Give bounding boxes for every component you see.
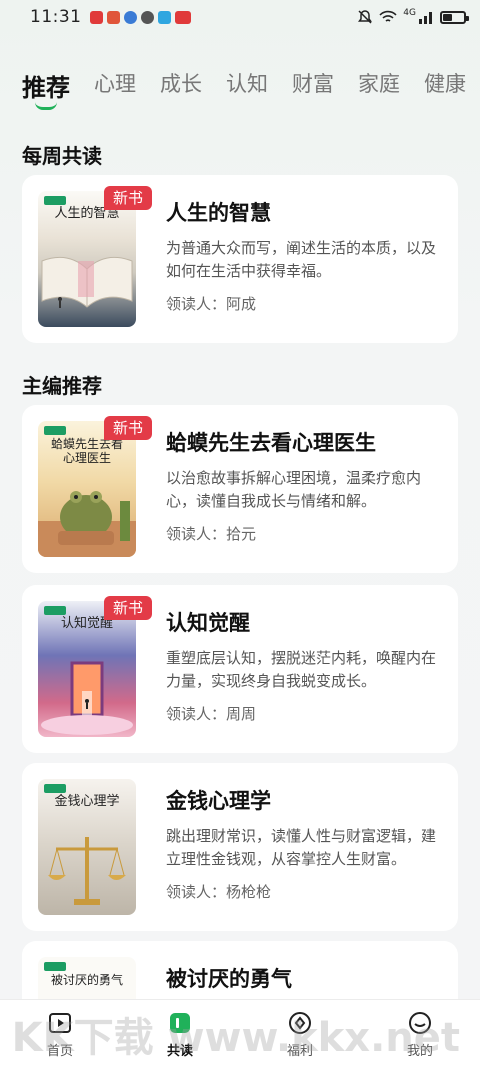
tab-label: 财富 xyxy=(292,72,334,96)
book-cover: 认知觉醒 xyxy=(38,601,136,737)
tab-health[interactable]: 健康 xyxy=(424,68,466,98)
app-notification-icon xyxy=(123,10,137,24)
book-card[interactable]: 认知觉醒 新书 认知觉醒 重塑底层认知，摆脱迷茫内耗，唤醒内在力量，实现终身自我… xyxy=(22,585,458,753)
app-notification-icon xyxy=(89,10,103,24)
tab-recommend[interactable]: 推荐 xyxy=(22,68,70,110)
book-cover: 人生的智慧 xyxy=(38,191,136,327)
publisher-logo xyxy=(44,196,66,205)
reader-label: 领读人： xyxy=(166,295,227,313)
watermark: KK下载 www.kkx.net xyxy=(11,1015,460,1061)
new-book-badge: 新书 xyxy=(104,416,152,440)
cover-title: 被讨厌的勇气 xyxy=(50,973,123,987)
book-info: 蛤蟆先生去看心理医生 以治愈故事拆解心理困境，温柔疗愈内心，读懂自我成长与情绪和… xyxy=(166,429,442,544)
book-card[interactable]: 蛤蟆先生去看心理医生 新书 蛤蟆先生去看心理医生 以治愈故事拆解心理困境，温柔疗… xyxy=(22,405,458,573)
new-book-badge: 新书 xyxy=(104,596,152,620)
tab-label: 心理 xyxy=(94,72,136,96)
book-card[interactable]: 金钱心理学 金钱心理学 跳出理财常识，读懂人性与财富逻辑，建立理性金钱观，从容掌… xyxy=(22,763,458,931)
reader-name: 周周 xyxy=(226,705,257,723)
battery-icon xyxy=(440,10,469,24)
cover-title: 蛤蟆先生去看心理医生 xyxy=(50,437,123,465)
category-tabs: 推荐 心理 成长 认知 财富 家庭 健康 xyxy=(0,68,480,116)
publisher-logo xyxy=(44,784,66,793)
tab-psychology[interactable]: 心理 xyxy=(94,68,136,98)
tab-family[interactable]: 家庭 xyxy=(358,68,400,98)
book-reader: 领读人：阿成 xyxy=(166,293,442,314)
wifi-icon xyxy=(379,10,397,22)
reader-name: 杨枪枪 xyxy=(226,883,272,901)
section-title-weekly: 每周共读 xyxy=(22,144,102,168)
publisher-logo xyxy=(44,962,66,971)
reader-label: 领读人： xyxy=(166,883,227,901)
book-info: 被讨厌的勇气 xyxy=(166,965,442,993)
reader-name: 拾元 xyxy=(226,525,257,543)
tab-cognition[interactable]: 认知 xyxy=(226,68,268,98)
network-type: 4G xyxy=(403,8,416,18)
book-info: 认知觉醒 重塑底层认知，摆脱迷茫内耗，唤醒内在力量，实现终身自我蜕变成长。 领读… xyxy=(166,609,442,724)
book-title: 被讨厌的勇气 xyxy=(166,967,292,991)
tab-label: 认知 xyxy=(226,72,268,96)
reader-name: 阿成 xyxy=(226,295,257,313)
signal-icon xyxy=(419,12,432,24)
app-notification-icon xyxy=(157,10,171,24)
app-notification-icon xyxy=(106,10,120,24)
new-book-badge: 新书 xyxy=(104,186,152,210)
book-description: 跳出理财常识，读懂人性与财富逻辑，建立理性金钱观，从容掌控人生财富。 xyxy=(166,827,437,868)
reader-label: 领读人： xyxy=(166,525,227,543)
book-title: 认知觉醒 xyxy=(166,611,250,635)
notification-icons xyxy=(89,10,191,24)
tab-growth[interactable]: 成长 xyxy=(160,68,202,98)
book-cover: 金钱心理学 xyxy=(38,779,136,915)
book-title: 蛤蟆先生去看心理医生 xyxy=(166,431,376,455)
section-title-editor: 主编推荐 xyxy=(22,374,102,398)
wechat-icon xyxy=(140,10,154,24)
book-description: 为普通大众而写，阐述生活的本质，以及如何在生活中获得幸福。 xyxy=(166,239,437,280)
reader-label: 领读人： xyxy=(166,705,227,723)
tab-label: 成长 xyxy=(160,72,202,96)
active-tab-indicator xyxy=(35,102,57,110)
tab-wealth[interactable]: 财富 xyxy=(292,68,334,98)
book-info: 人生的智慧 为普通大众而写，阐述生活的本质，以及如何在生活中获得幸福。 领读人：… xyxy=(166,199,442,314)
book-reader: 领读人：周周 xyxy=(166,703,442,724)
status-time: 11:31 xyxy=(30,7,82,27)
book-cover: 蛤蟆先生去看心理医生 xyxy=(38,421,136,557)
app-notification-icon xyxy=(174,10,191,24)
status-right: 4G xyxy=(357,8,469,25)
tab-label: 健康 xyxy=(424,72,466,96)
status-bar: 11:31 4G xyxy=(0,0,480,34)
book-description: 重塑底层认知，摆脱迷茫内耗，唤醒内在力量，实现终身自我蜕变成长。 xyxy=(166,649,437,690)
book-reader: 领读人：拾元 xyxy=(166,523,442,544)
publisher-logo xyxy=(44,606,66,615)
mute-bell-icon xyxy=(358,10,373,24)
tab-label: 家庭 xyxy=(358,72,400,96)
tab-label: 推荐 xyxy=(22,74,70,102)
book-reader: 领读人：杨枪枪 xyxy=(166,881,442,902)
book-info: 金钱心理学 跳出理财常识，读懂人性与财富逻辑，建立理性金钱观，从容掌控人生财富。… xyxy=(166,787,442,902)
book-title: 人生的智慧 xyxy=(166,201,271,225)
book-card[interactable]: 人生的智慧 新书 人生的智慧 为普通大众而写，阐述生活的本质，以及如何在生活中获… xyxy=(22,175,458,343)
book-title: 金钱心理学 xyxy=(166,789,271,813)
publisher-logo xyxy=(44,426,66,435)
book-description: 以治愈故事拆解心理困境，温柔疗愈内心，读懂自我成长与情绪和解。 xyxy=(166,469,422,510)
cover-title: 金钱心理学 xyxy=(54,794,120,809)
